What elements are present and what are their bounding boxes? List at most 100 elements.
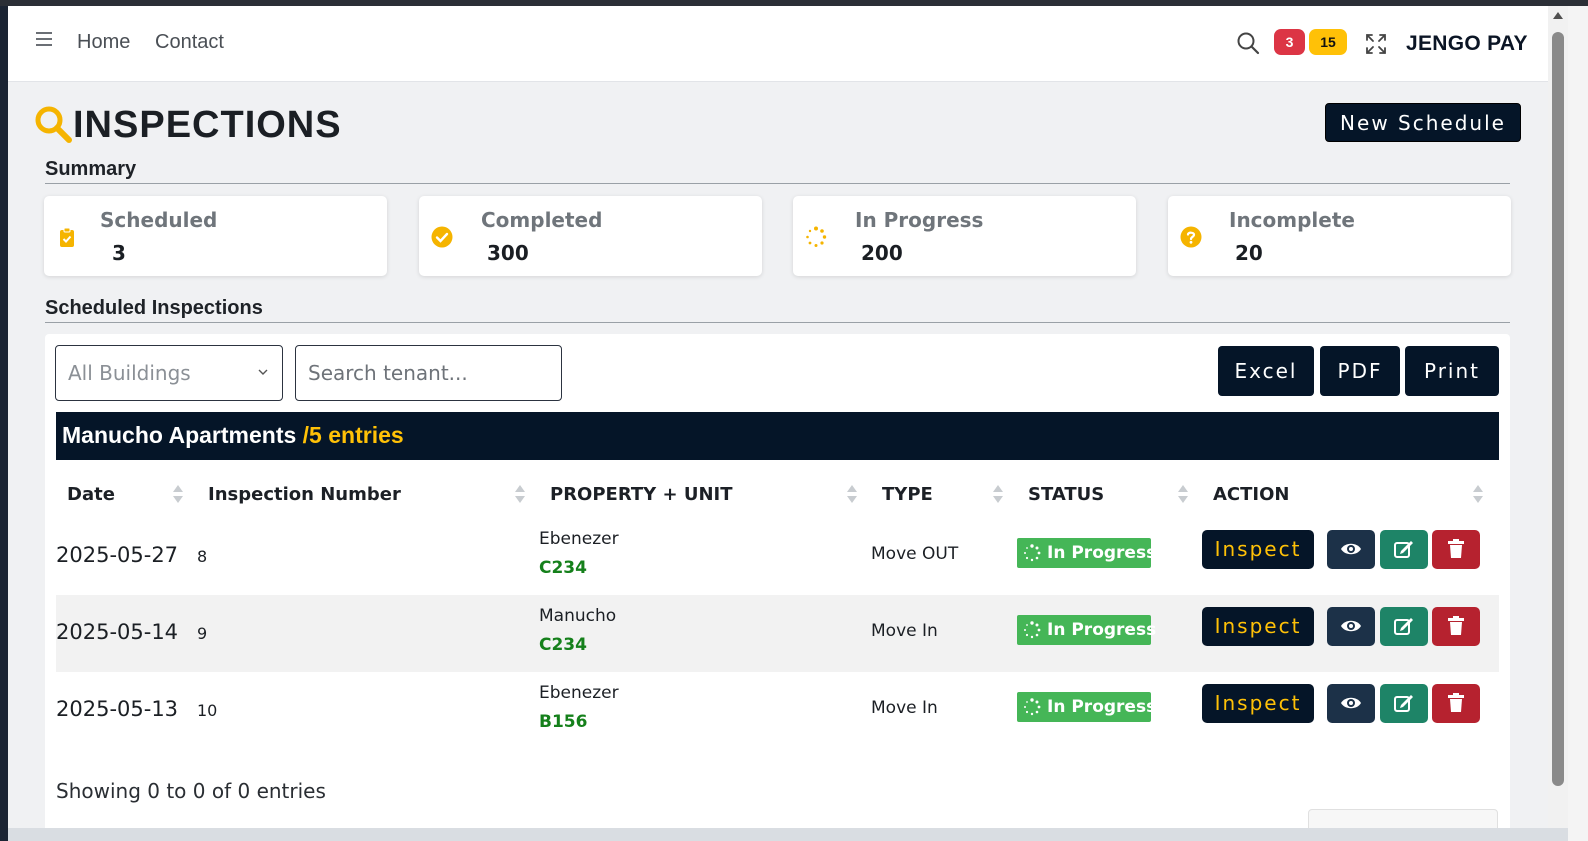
status-badge: In Progress: [1017, 615, 1156, 645]
trash-icon: [1448, 616, 1464, 635]
hamburger-menu-icon[interactable]: [36, 32, 52, 46]
vertical-scrollbar[interactable]: [1548, 6, 1568, 828]
card-value: 3: [112, 241, 126, 265]
sort-arrows-icon[interactable]: [1177, 483, 1189, 505]
sort-arrows-icon[interactable]: [172, 483, 184, 505]
table-row: 2025-05-14 9 Manucho C234 Move In In Pro…: [56, 595, 1499, 672]
column-header-action[interactable]: ACTION: [1213, 484, 1289, 505]
row-unit: B156: [539, 712, 588, 732]
check-circle-icon: [431, 226, 453, 248]
top-navbar: Home Contact 3 15 JENGO PAY: [8, 6, 1548, 82]
column-header-status[interactable]: STATUS: [1028, 484, 1104, 505]
print-button[interactable]: Print: [1405, 346, 1499, 396]
edit-icon: [1394, 695, 1413, 712]
trash-icon: [1448, 539, 1464, 558]
building-filter-select[interactable]: All Buildings: [55, 345, 283, 401]
row-property: Ebenezer: [539, 529, 619, 549]
view-button[interactable]: [1327, 530, 1375, 569]
group-title: Manucho Apartments /5 entries: [62, 422, 404, 449]
card-value: 300: [487, 241, 529, 265]
spinner-icon: [806, 226, 827, 247]
edit-icon: [1394, 541, 1413, 558]
inspect-button[interactable]: Inspect: [1202, 684, 1314, 723]
row-property: Manucho: [539, 606, 617, 626]
status-badge: In Progress: [1017, 692, 1156, 722]
trash-icon: [1448, 693, 1464, 712]
nav-link-home[interactable]: Home: [77, 31, 130, 54]
view-button[interactable]: [1327, 684, 1375, 723]
scheduled-heading: Scheduled Inspections: [45, 297, 263, 319]
edit-icon: [1394, 618, 1413, 635]
chevron-down-icon: [258, 369, 268, 375]
status-badge: In Progress: [1017, 538, 1156, 568]
brand-name[interactable]: JENGO PAY: [1406, 32, 1528, 56]
card-label: In Progress: [855, 208, 984, 232]
sort-arrows-icon[interactable]: [992, 483, 1004, 505]
summary-card-completed: Completed 300: [419, 196, 762, 276]
group-building-name: Manucho Apartments: [62, 422, 297, 448]
card-value: 200: [861, 241, 903, 265]
building-filter-value: All Buildings: [68, 361, 191, 385]
sort-arrows-icon[interactable]: [846, 483, 858, 505]
window-bottom-edge: [8, 828, 1568, 841]
inspect-button[interactable]: Inspect: [1202, 607, 1314, 646]
table-info-text: Showing 0 to 0 of 0 entries: [56, 779, 326, 803]
row-unit: C234: [539, 635, 587, 655]
nav-link-contact[interactable]: Contact: [155, 31, 224, 54]
card-label: Scheduled: [100, 208, 218, 232]
table-row: 2025-05-13 10 Ebenezer B156 Move In In P…: [56, 672, 1499, 749]
export-excel-button[interactable]: Excel: [1218, 346, 1314, 396]
summary-card-in-progress: In Progress 200: [793, 196, 1136, 276]
question-circle-icon: [1180, 226, 1202, 248]
card-label: Incomplete: [1229, 208, 1355, 232]
status-text: In Progress: [1047, 543, 1157, 563]
column-header-date[interactable]: Date: [67, 484, 115, 505]
column-header-property-unit[interactable]: PROPERTY + UNIT: [550, 484, 732, 505]
edit-button[interactable]: [1380, 607, 1428, 646]
row-inspection-number: 10: [197, 701, 218, 720]
card-value: 20: [1235, 241, 1263, 265]
scheduled-divider: [45, 322, 1510, 323]
inspect-button[interactable]: Inspect: [1202, 530, 1314, 569]
delete-button[interactable]: [1432, 684, 1480, 723]
summary-divider: [45, 183, 1510, 184]
view-button[interactable]: [1327, 607, 1375, 646]
column-header-type[interactable]: TYPE: [882, 484, 933, 505]
edit-button[interactable]: [1380, 684, 1428, 723]
group-entry-count: /5 entries: [302, 422, 404, 448]
sort-arrows-icon[interactable]: [514, 483, 526, 505]
export-pdf-button[interactable]: PDF: [1320, 346, 1400, 396]
pagination[interactable]: [1308, 809, 1498, 828]
fullscreen-icon[interactable]: [1364, 32, 1388, 56]
new-schedule-button[interactable]: New Schedule: [1325, 103, 1521, 142]
table-row: 2025-05-27 8 Ebenezer C234 Move OUT In P…: [56, 518, 1499, 595]
delete-button[interactable]: [1432, 530, 1480, 569]
row-date: 2025-05-13: [56, 697, 179, 721]
card-label: Completed: [481, 208, 603, 232]
summary-card-incomplete: Incomplete 20: [1168, 196, 1511, 276]
alerts-badge[interactable]: 3: [1274, 29, 1305, 55]
row-inspection-number: 9: [197, 624, 208, 643]
row-type: Move In: [871, 621, 938, 641]
eye-icon: [1341, 620, 1361, 632]
eye-icon: [1341, 697, 1361, 709]
page-content: Home Contact 3 15 JENGO PAY INSPECTIONS …: [8, 6, 1548, 828]
delete-button[interactable]: [1432, 607, 1480, 646]
scroll-up-arrow-icon[interactable]: [1553, 12, 1563, 19]
scrollbar-thumb[interactable]: [1552, 32, 1564, 786]
sort-arrows-icon[interactable]: [1472, 483, 1484, 505]
tenant-search-input[interactable]: [295, 345, 562, 401]
summary-heading: Summary: [45, 158, 137, 180]
search-icon[interactable]: [1236, 31, 1260, 55]
spinner-icon: [1024, 698, 1041, 716]
summary-card-scheduled: Scheduled 3: [44, 196, 387, 276]
column-header-inspection-number[interactable]: Inspection Number: [208, 484, 401, 505]
row-unit: C234: [539, 558, 587, 578]
edit-button[interactable]: [1380, 530, 1428, 569]
row-property: Ebenezer: [539, 683, 619, 703]
row-type: Move In: [871, 698, 938, 718]
notifications-badge[interactable]: 15: [1309, 29, 1347, 55]
building-group-header: Manucho Apartments /5 entries: [56, 412, 1499, 460]
eye-icon: [1341, 543, 1361, 555]
sidebar-edge: [0, 6, 8, 841]
